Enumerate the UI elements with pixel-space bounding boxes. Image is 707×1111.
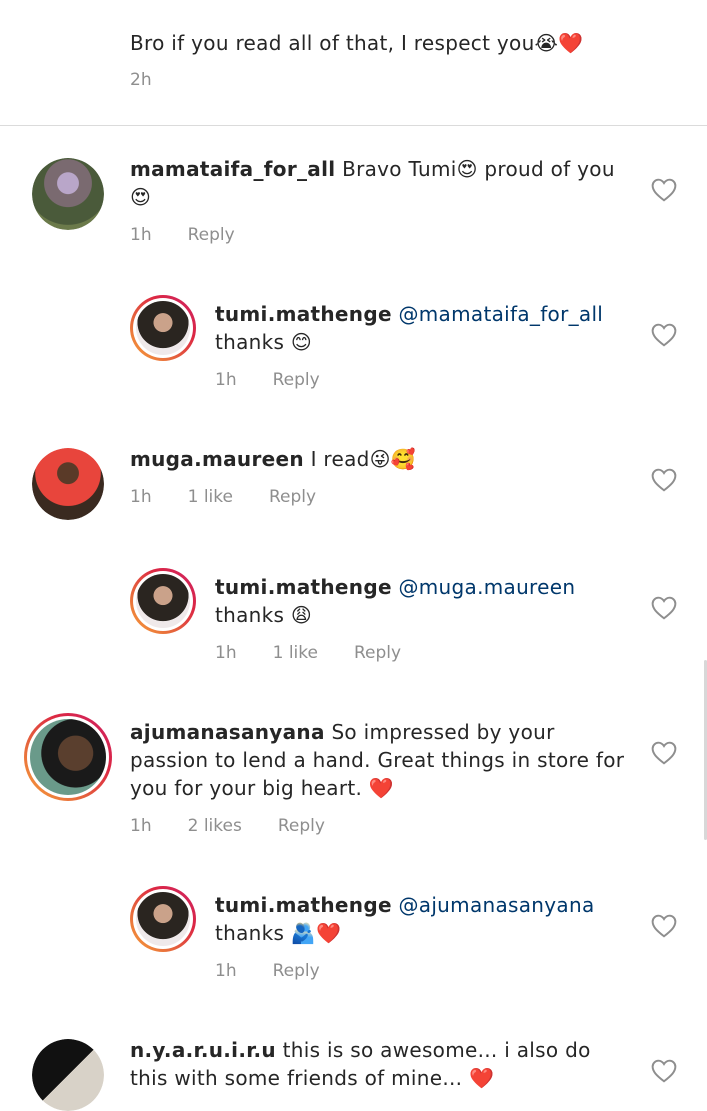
comment-time: 1h <box>130 487 152 507</box>
comment-body: muga.maureen I read😜🥰 <box>130 445 620 473</box>
username-link[interactable]: n.y.a.r.u.i.r.u <box>130 1038 276 1062</box>
avatar[interactable] <box>32 158 104 230</box>
like-count[interactable]: 2 likes <box>188 816 242 836</box>
reply-button[interactable]: Reply <box>354 643 401 663</box>
comment-meta: 1h 1 like Reply <box>215 643 437 663</box>
comment-text: I read😜🥰 <box>303 447 417 471</box>
username-link[interactable]: ajumanasanyana <box>130 720 325 744</box>
comment-body: tumi.mathenge @ajumanasanyana thanks 🫂❤️ <box>215 891 620 947</box>
comment-body: tumi.mathenge @mamataifa_for_all thanks … <box>215 300 620 356</box>
comment-time: 1h <box>215 370 237 390</box>
heart-outline-icon[interactable] <box>651 178 677 202</box>
avatar[interactable] <box>32 448 104 520</box>
avatar-image <box>32 158 104 230</box>
like-count[interactable]: 1 like <box>188 487 233 507</box>
comment-body: ajumanasanyana So impressed by your pass… <box>130 718 625 802</box>
avatar-story-ring[interactable] <box>130 295 196 361</box>
avatar-image <box>136 574 190 628</box>
reply-button[interactable]: Reply <box>278 816 325 836</box>
comment-text: thanks 🫂❤️ <box>215 921 342 945</box>
comment-text: thanks 😊 <box>215 330 313 354</box>
comment-body: tumi.mathenge @muga.maureen thanks 😩 <box>215 573 620 629</box>
avatar[interactable] <box>32 1039 104 1111</box>
username-link[interactable]: tumi.mathenge <box>215 302 392 326</box>
avatar-image <box>32 1039 104 1111</box>
comment-body: mamataifa_for_all Bravo Tumi😍 proud of y… <box>130 155 620 211</box>
avatar-image <box>136 892 190 946</box>
comment-text: thanks 😩 <box>215 603 313 627</box>
post-caption: Bro if you read all of that, I respect y… <box>130 30 650 90</box>
like-count[interactable]: 1 like <box>273 643 318 663</box>
heart-outline-icon[interactable] <box>651 323 677 347</box>
avatar-image <box>30 719 106 795</box>
comment-meta: 1h 1 like Reply <box>130 487 352 507</box>
comment-time: 1h <box>130 816 152 836</box>
comment-time: 1h <box>215 961 237 981</box>
reply-button[interactable]: Reply <box>273 370 320 390</box>
mention-link[interactable]: @mamataifa_for_all <box>392 302 603 326</box>
caption-text: Bro if you read all of that, I respect y… <box>130 31 584 55</box>
username-link[interactable]: tumi.mathenge <box>215 575 392 599</box>
comment-meta: 1h Reply <box>130 225 271 245</box>
username-link[interactable]: mamataifa_for_all <box>130 157 335 181</box>
avatar-image <box>32 448 104 520</box>
username-link[interactable]: tumi.mathenge <box>215 893 392 917</box>
heart-outline-icon[interactable] <box>651 468 677 492</box>
heart-outline-icon[interactable] <box>651 596 677 620</box>
mention-link[interactable]: @muga.maureen <box>392 575 576 599</box>
avatar-image <box>136 301 190 355</box>
comment-time: 1h <box>215 643 237 663</box>
caption-time: 2h <box>130 70 152 90</box>
heart-outline-icon[interactable] <box>651 741 677 765</box>
reply-button[interactable]: Reply <box>273 961 320 981</box>
heart-outline-icon[interactable] <box>651 1059 677 1083</box>
comment-meta: 1h 2 likes Reply <box>130 816 361 836</box>
reply-button[interactable]: Reply <box>188 225 235 245</box>
mention-link[interactable]: @ajumanasanyana <box>392 893 595 917</box>
heart-outline-icon[interactable] <box>651 914 677 938</box>
reply-button[interactable]: Reply <box>269 487 316 507</box>
comment-meta: 1h Reply <box>215 370 356 390</box>
avatar-story-ring[interactable] <box>130 886 196 952</box>
divider <box>0 125 707 126</box>
comment-body: n.y.a.r.u.i.r.u this is so awesome... i … <box>130 1036 620 1092</box>
avatar-story-ring[interactable] <box>24 713 112 801</box>
avatar-story-ring[interactable] <box>130 568 196 634</box>
username-link[interactable]: muga.maureen <box>130 447 304 471</box>
comment-meta: 1h Reply <box>215 961 356 981</box>
comment-time: 1h <box>130 225 152 245</box>
